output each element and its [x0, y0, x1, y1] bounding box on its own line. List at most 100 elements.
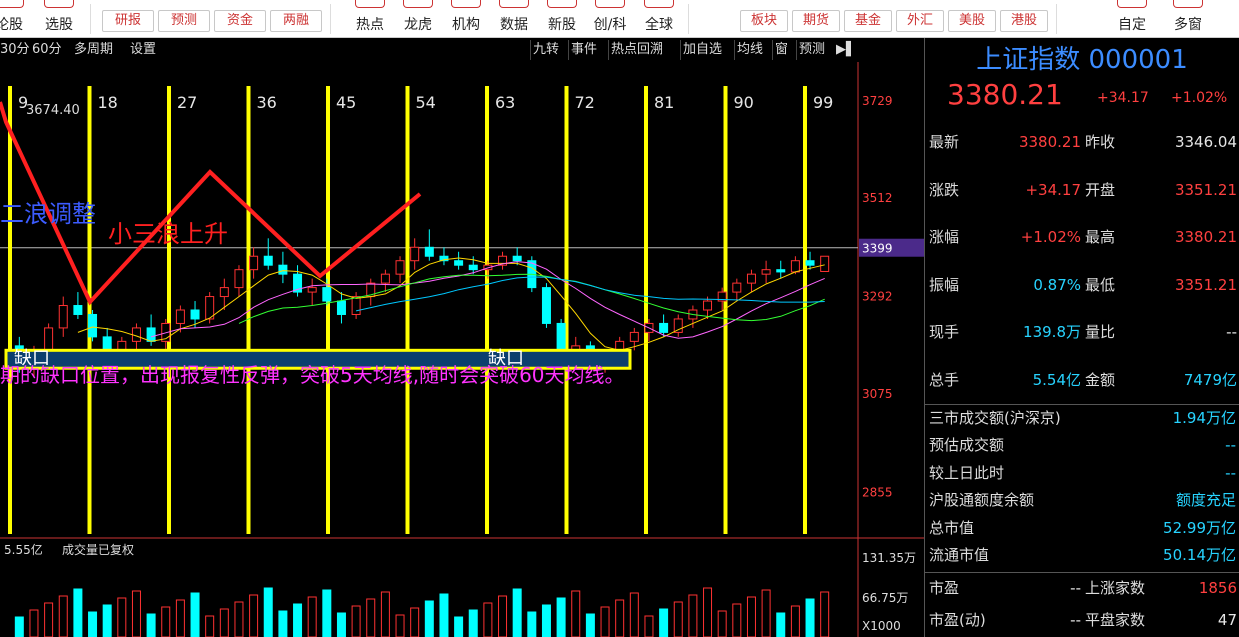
price-tick-label: 3292: [862, 290, 893, 304]
quote-value: 3380.21: [1018, 133, 1081, 151]
toolbar-right-0[interactable]: 自定: [1104, 0, 1160, 38]
candle-body: [190, 309, 200, 320]
volume-bar: [366, 598, 376, 637]
period-tab-1[interactable]: 60分: [32, 40, 62, 60]
candle-body: [44, 327, 54, 351]
toolbar-item-1[interactable]: 选股: [32, 0, 86, 38]
market-stat-row: 预估成交额 --: [925, 433, 1239, 457]
index-change-pct: +1.02%: [1171, 90, 1228, 106]
toolbar-nav-1[interactable]: 龙虎: [394, 0, 442, 38]
quote-value: 7479亿: [1183, 370, 1237, 389]
kline-chart[interactable]: 3729351233993292307528553399918273645546…: [0, 62, 924, 637]
market-stat-label: 预估成交额: [929, 436, 1005, 455]
chart-tool-0[interactable]: 九转: [530, 40, 559, 60]
volume-bar: [805, 598, 815, 637]
volume-bar: [571, 590, 581, 637]
volume-bar: [746, 596, 756, 637]
quote-row: 涨幅 +1.02% 最高 3380.21: [925, 225, 1239, 249]
candle-body: [263, 255, 273, 266]
volume-bar: [205, 615, 215, 637]
toolbar-nav-6[interactable]: 全球: [634, 0, 684, 38]
toolbar-market-0[interactable]: 板块: [740, 10, 788, 32]
toolbar-market-5[interactable]: 港股: [1000, 10, 1048, 32]
volume-bar: [410, 607, 420, 637]
volume-bar: [483, 602, 493, 637]
market-stat-row: 三市成交额(沪深京) 1.94万亿: [925, 406, 1239, 430]
candle-body: [278, 264, 288, 275]
globe-icon: [644, 0, 674, 8]
chart-tool-4[interactable]: 均线: [734, 40, 763, 60]
period-tab-0[interactable]: 30分: [0, 40, 30, 60]
volume-bar: [293, 603, 303, 637]
volume-bar: [498, 595, 508, 637]
volume-bar: [58, 595, 68, 637]
market-stat-label: 沪股通额度余额: [929, 491, 1035, 510]
volume-bar: [278, 610, 288, 637]
toolbar-market-2[interactable]: 基金: [844, 10, 892, 32]
toolbar-label: 龙虎: [404, 17, 432, 33]
main-toolbar: 论股 选股 研报 预测 资金 两融 热点 龙虎 机构 数据 新股 创/科 全球 板块 期货 基金 外汇 美股 港股 自…: [0, 0, 1239, 38]
market-stat-label: 总市值: [929, 518, 975, 537]
toolbar-nav-3[interactable]: 数据: [490, 0, 538, 38]
chart-tool-1[interactable]: 事件: [568, 40, 597, 60]
market-stat-value: 50.14万亿: [1163, 546, 1236, 564]
volume-bar: [175, 599, 185, 637]
toolbar-button-2[interactable]: 资金: [214, 10, 266, 32]
volume-bar: [454, 616, 464, 637]
data-icon: [499, 0, 529, 8]
chart-tool-5[interactable]: 窗: [772, 40, 788, 60]
candle-body: [659, 322, 669, 333]
cycle-number: 45: [336, 93, 356, 112]
multiwindow-icon: [1173, 0, 1203, 8]
market-stat-value: 额度充足: [1175, 491, 1236, 510]
chart-tool-6[interactable]: 预测: [796, 40, 825, 60]
chart-tool-3[interactable]: 加自选: [680, 40, 722, 60]
candle-body: [454, 260, 464, 266]
volume-bar: [73, 588, 83, 637]
chat-icon: [0, 0, 24, 8]
volume-bar: [29, 609, 39, 637]
new-stock-icon: [547, 0, 577, 8]
toolbar-nav-2[interactable]: 机构: [442, 0, 490, 38]
breadth-value: 1856: [1198, 579, 1237, 597]
expand-icon[interactable]: ▶▌: [836, 40, 856, 60]
cycle-number: 63: [495, 93, 515, 112]
toolbar-item-0[interactable]: 论股: [0, 0, 32, 38]
toolbar-nav-4[interactable]: 新股: [538, 0, 586, 38]
candle-body: [805, 260, 815, 266]
toolbar-nav-5[interactable]: 创/科: [586, 0, 634, 38]
cycle-number: 99: [813, 93, 833, 112]
chart-tool-2[interactable]: 热点回溯: [608, 40, 663, 60]
period-tab-3[interactable]: 设置: [130, 40, 156, 60]
toolbar-market-3[interactable]: 外汇: [896, 10, 944, 32]
quote-value: 5.54亿: [1032, 370, 1081, 389]
index-change: +34.17: [1097, 90, 1149, 106]
candle-body: [58, 305, 68, 329]
price-tick-label: 3512: [862, 191, 893, 205]
toolbar-button-1[interactable]: 预测: [158, 10, 210, 32]
volume-bar: [615, 599, 625, 637]
toolbar-market-1[interactable]: 期货: [792, 10, 840, 32]
candle-body: [322, 287, 332, 302]
toolbar-label: 机构: [452, 17, 480, 33]
volume-tick-label: 66.75万: [862, 591, 908, 605]
cycle-number: 90: [734, 93, 754, 112]
period-tab-2[interactable]: 多周期: [74, 40, 113, 60]
toolbar-button-0[interactable]: 研报: [102, 10, 154, 32]
current-price-label: 3399: [862, 242, 893, 256]
volume-bar: [556, 597, 566, 637]
toolbar-nav-0[interactable]: 热点: [346, 0, 394, 38]
volume-bar: [790, 605, 800, 637]
tech-board-icon: [595, 0, 625, 8]
volume-bar: [161, 606, 171, 637]
volume-bar: [512, 588, 522, 637]
toolbar-button-3[interactable]: 两融: [270, 10, 322, 32]
candle-body: [790, 260, 800, 273]
toolbar-right-1[interactable]: 多窗: [1160, 0, 1216, 38]
candle-body: [468, 264, 478, 271]
toolbar-market-4[interactable]: 美股: [948, 10, 996, 32]
volume-bar: [249, 594, 259, 637]
market-stat-value: --: [1225, 436, 1236, 455]
volume-bar: [234, 601, 244, 637]
volume-bar: [380, 591, 390, 637]
